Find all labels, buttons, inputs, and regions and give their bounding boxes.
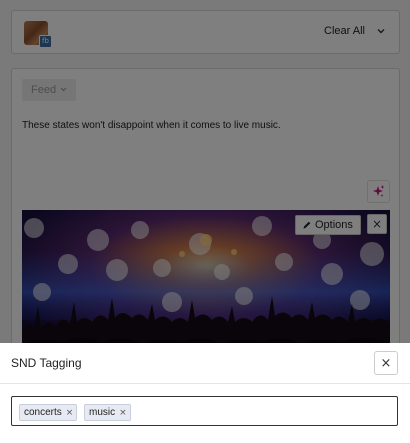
tag-chip: concerts ×	[19, 404, 78, 421]
close-icon[interactable]: ×	[119, 406, 127, 421]
close-modal-button[interactable]: ×	[374, 351, 398, 375]
tag-chip-label: concerts	[24, 407, 62, 418]
close-icon[interactable]: ×	[66, 406, 74, 421]
modal-title: SND Tagging	[11, 356, 82, 370]
tag-input-field[interactable]: concerts × music ×	[11, 396, 398, 426]
tag-chip-label: music	[89, 407, 116, 418]
modal-backdrop[interactable]	[0, 0, 410, 343]
tag-chip: music ×	[84, 404, 131, 421]
snd-tagging-modal: SND Tagging × concerts × music ×	[0, 343, 410, 443]
modal-divider	[0, 383, 410, 384]
